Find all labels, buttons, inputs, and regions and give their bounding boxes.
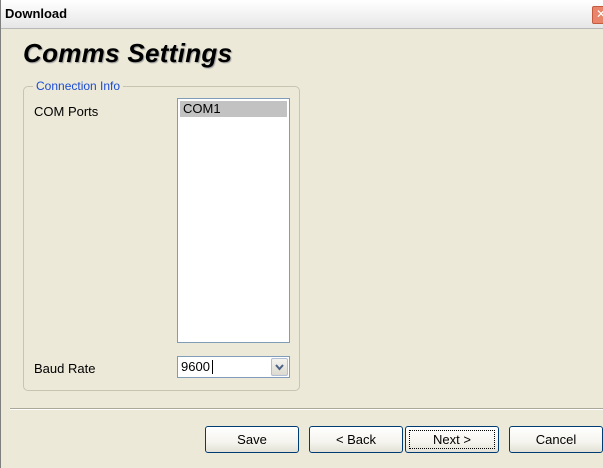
baud-rate-value[interactable]: 9600 — [181, 359, 210, 375]
text-caret — [212, 360, 213, 374]
connection-info-label: Connection Info — [33, 79, 124, 93]
save-button[interactable]: Save — [205, 426, 299, 453]
download-window: Download ✕ Comms Settings Connection Inf… — [0, 0, 603, 468]
cancel-button[interactable]: Cancel — [509, 426, 603, 453]
next-button-label: Next > — [433, 432, 471, 447]
com-port-item-com1[interactable]: COM1 — [180, 101, 287, 117]
chevron-down-icon[interactable] — [271, 358, 288, 376]
back-button-label: < Back — [335, 432, 377, 447]
footer-separator — [10, 408, 603, 410]
close-icon[interactable]: ✕ — [592, 6, 603, 24]
com-ports-listbox[interactable]: COM1 — [177, 98, 290, 343]
next-button[interactable]: Next > — [405, 426, 499, 453]
baud-rate-label: Baud Rate — [34, 361, 96, 376]
window-title: Download — [5, 6, 68, 21]
cancel-button-label: Cancel — [535, 432, 577, 447]
com-ports-label: COM Ports — [34, 104, 99, 119]
baud-rate-combobox[interactable]: 9600 — [177, 356, 290, 378]
page-title: Comms Settings — [23, 38, 233, 68]
save-button-label: Save — [237, 432, 267, 447]
title-bar[interactable]: Download ✕ — [1, 0, 603, 29]
back-button[interactable]: < Back — [309, 426, 403, 453]
